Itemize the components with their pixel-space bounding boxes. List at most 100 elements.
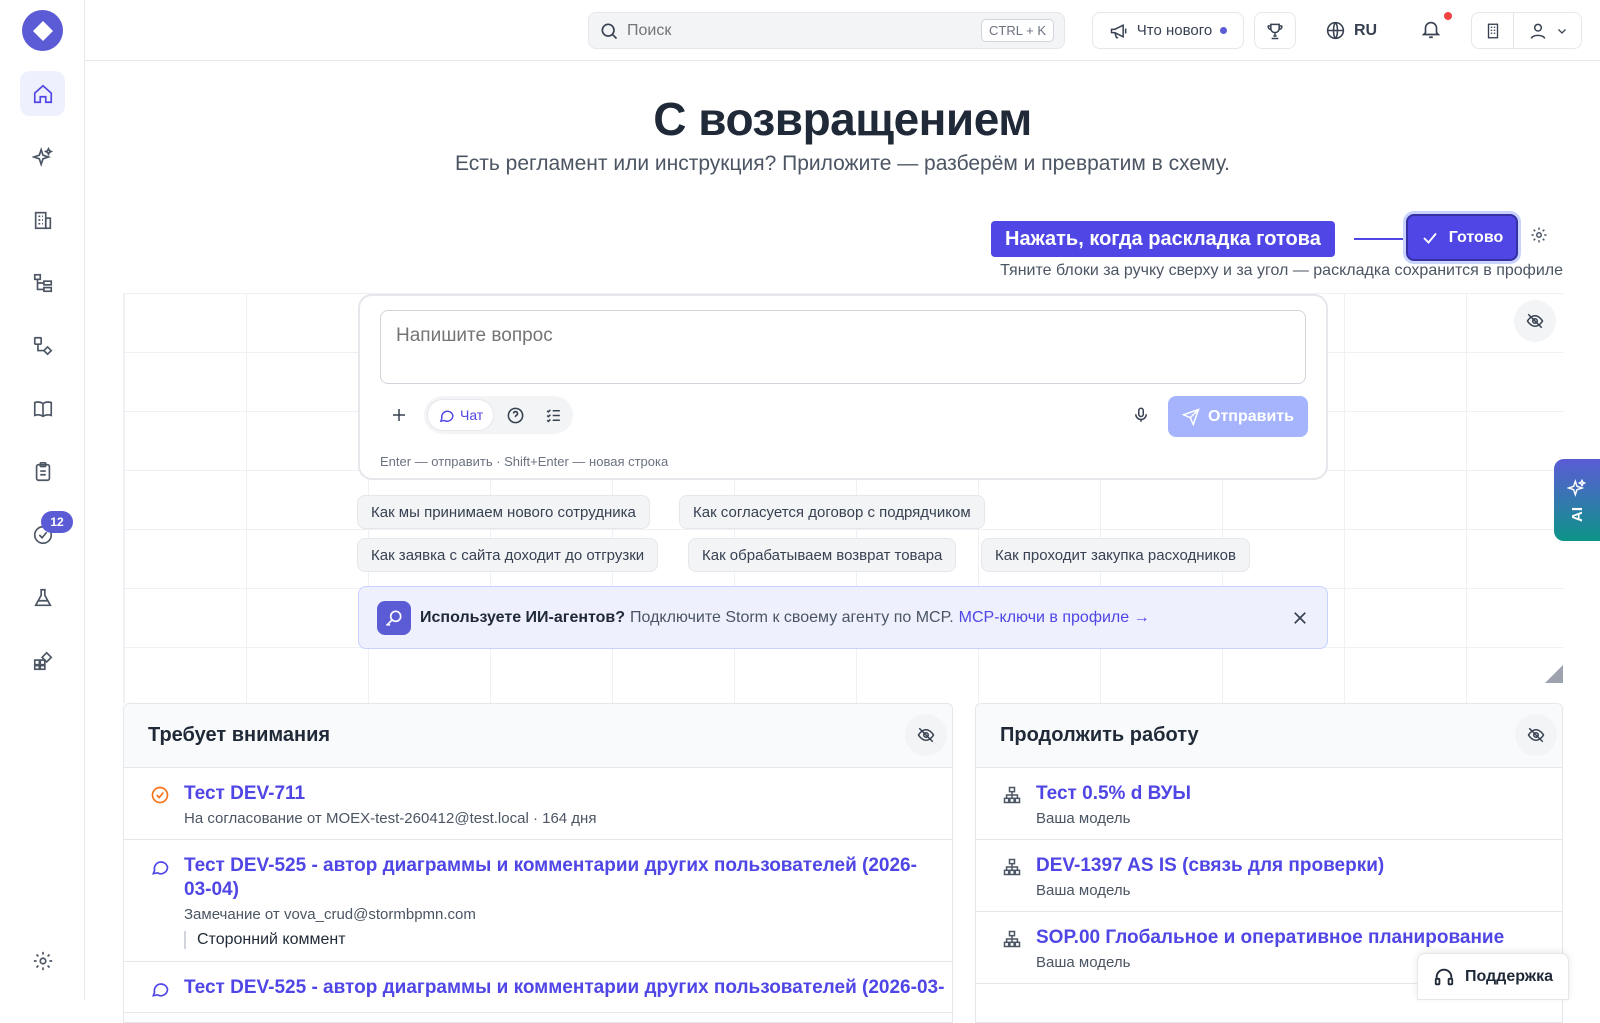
checklist-icon xyxy=(546,408,560,423)
eye-off-icon xyxy=(1527,727,1545,743)
search-shortcut: CTRL + K xyxy=(981,19,1054,42)
model-item-title[interactable]: SOP.00 Глобальное и оперативное планиров… xyxy=(1036,926,1538,950)
building-icon xyxy=(34,211,51,229)
hide-continue-button[interactable] xyxy=(1515,714,1557,756)
support-button[interactable]: Поддержка xyxy=(1417,953,1569,1000)
logo[interactable] xyxy=(22,10,63,51)
page-title: С возвращением xyxy=(653,93,1032,145)
search-bar[interactable]: CTRL + K xyxy=(588,12,1065,49)
chat-bubble-icon xyxy=(439,410,454,422)
hide-ask-block-button[interactable] xyxy=(1514,300,1556,342)
suggestion-chip[interactable]: Как обрабатываем возврат товара xyxy=(688,538,957,572)
sidebar-item-structure[interactable] xyxy=(20,260,65,305)
bell-icon[interactable] xyxy=(1420,18,1442,40)
attach-button[interactable] xyxy=(380,396,418,434)
new-indicator-dot xyxy=(1220,27,1228,34)
flask-icon xyxy=(33,588,52,606)
model-item-title[interactable]: DEV-1397 AS IS (связь для проверки) xyxy=(1036,854,1538,878)
layout-settings-icon[interactable] xyxy=(1530,226,1548,244)
model-item-meta: Ваша модель xyxy=(1036,810,1131,827)
attention-item-title[interactable]: Тест DEV-525 - автор диаграммы и коммент… xyxy=(184,976,944,1000)
comment-icon xyxy=(152,983,169,997)
sidebar-item-registry[interactable] xyxy=(20,449,65,494)
close-icon[interactable] xyxy=(1291,609,1309,627)
sidebar-item-apps[interactable] xyxy=(20,638,65,683)
mode-help-button[interactable] xyxy=(498,399,532,431)
apps-icon xyxy=(33,651,52,670)
attention-item[interactable]: Тест DEV-711 На согласование от MOEX-tes… xyxy=(124,768,952,840)
layout-done-label: Готово xyxy=(1448,228,1504,246)
attention-item-title[interactable]: Тест DEV-525 - автор диаграммы и коммент… xyxy=(184,854,928,902)
page-subtitle: Есть регламент или инструкция? Приложите… xyxy=(455,152,1230,175)
ai-assistant-tab[interactable]: AI xyxy=(1554,459,1600,541)
continue-panel-header[interactable]: Продолжить работу xyxy=(976,704,1562,768)
send-button[interactable]: Отправить xyxy=(1168,396,1308,437)
send-icon xyxy=(1182,407,1200,426)
whats-new-button[interactable]: Что нового xyxy=(1092,12,1244,49)
mode-chat-label: Чат xyxy=(460,407,484,423)
globe-icon xyxy=(1326,21,1345,40)
tooltip-connector xyxy=(1354,238,1406,240)
attention-panel-header[interactable]: Требует внимания xyxy=(124,704,952,768)
suggestion-chip[interactable]: Как заявка с сайта доходит до отгрузки xyxy=(357,538,659,572)
mode-chat-button[interactable]: Чат xyxy=(427,399,495,431)
model-item[interactable]: DEV-1397 AS IS (связь для проверки) Ваша… xyxy=(976,840,1562,912)
attention-item[interactable]: Тест DEV-525 - автор диаграммы и коммент… xyxy=(124,962,952,1013)
plus-icon xyxy=(393,409,405,421)
attention-item-title[interactable]: Тест DEV-711 xyxy=(184,782,928,806)
search-icon xyxy=(601,23,618,39)
microphone-icon[interactable] xyxy=(1132,406,1150,424)
attention-item[interactable]: Тест DEV-525 - автор диаграммы и коммент… xyxy=(124,840,952,962)
mode-checklist-button[interactable] xyxy=(536,399,570,431)
resize-handle[interactable] xyxy=(1545,665,1563,683)
search-input[interactable] xyxy=(619,21,982,40)
attention-panel: Требует внимания Тест DEV-711 На согласо… xyxy=(123,703,953,1023)
notification-dot xyxy=(1444,12,1452,20)
mcp-banner-text: Подключите Storm к своему агенту по MCP. xyxy=(630,608,954,626)
tasks-count-badge: 12 xyxy=(41,511,73,533)
sidebar-item-processes[interactable] xyxy=(20,323,65,368)
send-label: Отправить xyxy=(1208,407,1294,425)
language-switcher[interactable]: RU xyxy=(1325,12,1377,49)
layout-done-button[interactable]: Готово xyxy=(1406,214,1518,261)
top-header: CTRL + K Что нового RU xyxy=(85,0,1600,61)
home-icon xyxy=(33,84,52,103)
mcp-keys-link[interactable]: MCP-ключи в профиле → xyxy=(959,609,1150,627)
chevron-down-icon xyxy=(1557,28,1566,34)
user-menu-button[interactable] xyxy=(1514,21,1581,41)
question-input[interactable] xyxy=(380,310,1306,384)
model-item-title[interactable]: Тест 0.5% d ВУЫ xyxy=(1036,782,1538,806)
sidebar-item-ai[interactable] xyxy=(20,134,65,179)
suggestion-chip[interactable]: Как согласуется договор с подрядчиком xyxy=(679,495,985,529)
mcp-banner-title: Используете ИИ-агентов? xyxy=(420,608,626,626)
trophy-icon xyxy=(1267,23,1283,39)
key-search-icon xyxy=(377,600,411,635)
whats-new-label: Что нового xyxy=(1136,22,1213,39)
comment-quote: Сторонний коммент xyxy=(184,931,928,949)
mcp-banner: Используете ИИ-агентов? Подключите Storm… xyxy=(358,586,1328,649)
gear-icon xyxy=(33,951,52,970)
diagram-icon xyxy=(1003,858,1021,876)
sidebar-item-home[interactable] xyxy=(20,71,65,116)
ask-card: Чат Отправить Enter — отправить · Shift+… xyxy=(358,294,1328,480)
achievements-button[interactable] xyxy=(1254,12,1296,49)
workspace-button[interactable] xyxy=(1472,13,1514,48)
sidebar-item-knowledge[interactable] xyxy=(20,386,65,431)
sidebar-item-lab[interactable] xyxy=(20,575,65,620)
attention-item-meta: Замечание от vova_crud@stormbpmn.com xyxy=(184,906,476,923)
input-hint: Enter — отправить · Shift+Enter — новая … xyxy=(380,454,669,469)
hide-attention-button[interactable] xyxy=(905,714,947,756)
suggestion-chip[interactable]: Как мы принимаем нового сотрудника xyxy=(357,495,650,529)
ask-toolbar: Чат xyxy=(380,396,574,434)
attention-item-meta: На согласование от MOEX-test-260412@test… xyxy=(184,810,597,827)
suggestion-chip[interactable]: Как проходит закупка расходников xyxy=(981,538,1250,572)
sidebar: 12 xyxy=(0,0,85,1000)
model-item[interactable]: Тест 0.5% d ВУЫ Ваша модель xyxy=(976,768,1562,840)
language-code: RU xyxy=(1354,21,1378,39)
approval-icon xyxy=(151,786,169,804)
sidebar-item-settings[interactable] xyxy=(20,938,65,983)
hierarchy-icon xyxy=(33,273,52,292)
workspace-user-menu[interactable] xyxy=(1471,12,1582,49)
sidebar-item-organization[interactable] xyxy=(20,197,65,242)
headset-icon xyxy=(1434,968,1454,985)
